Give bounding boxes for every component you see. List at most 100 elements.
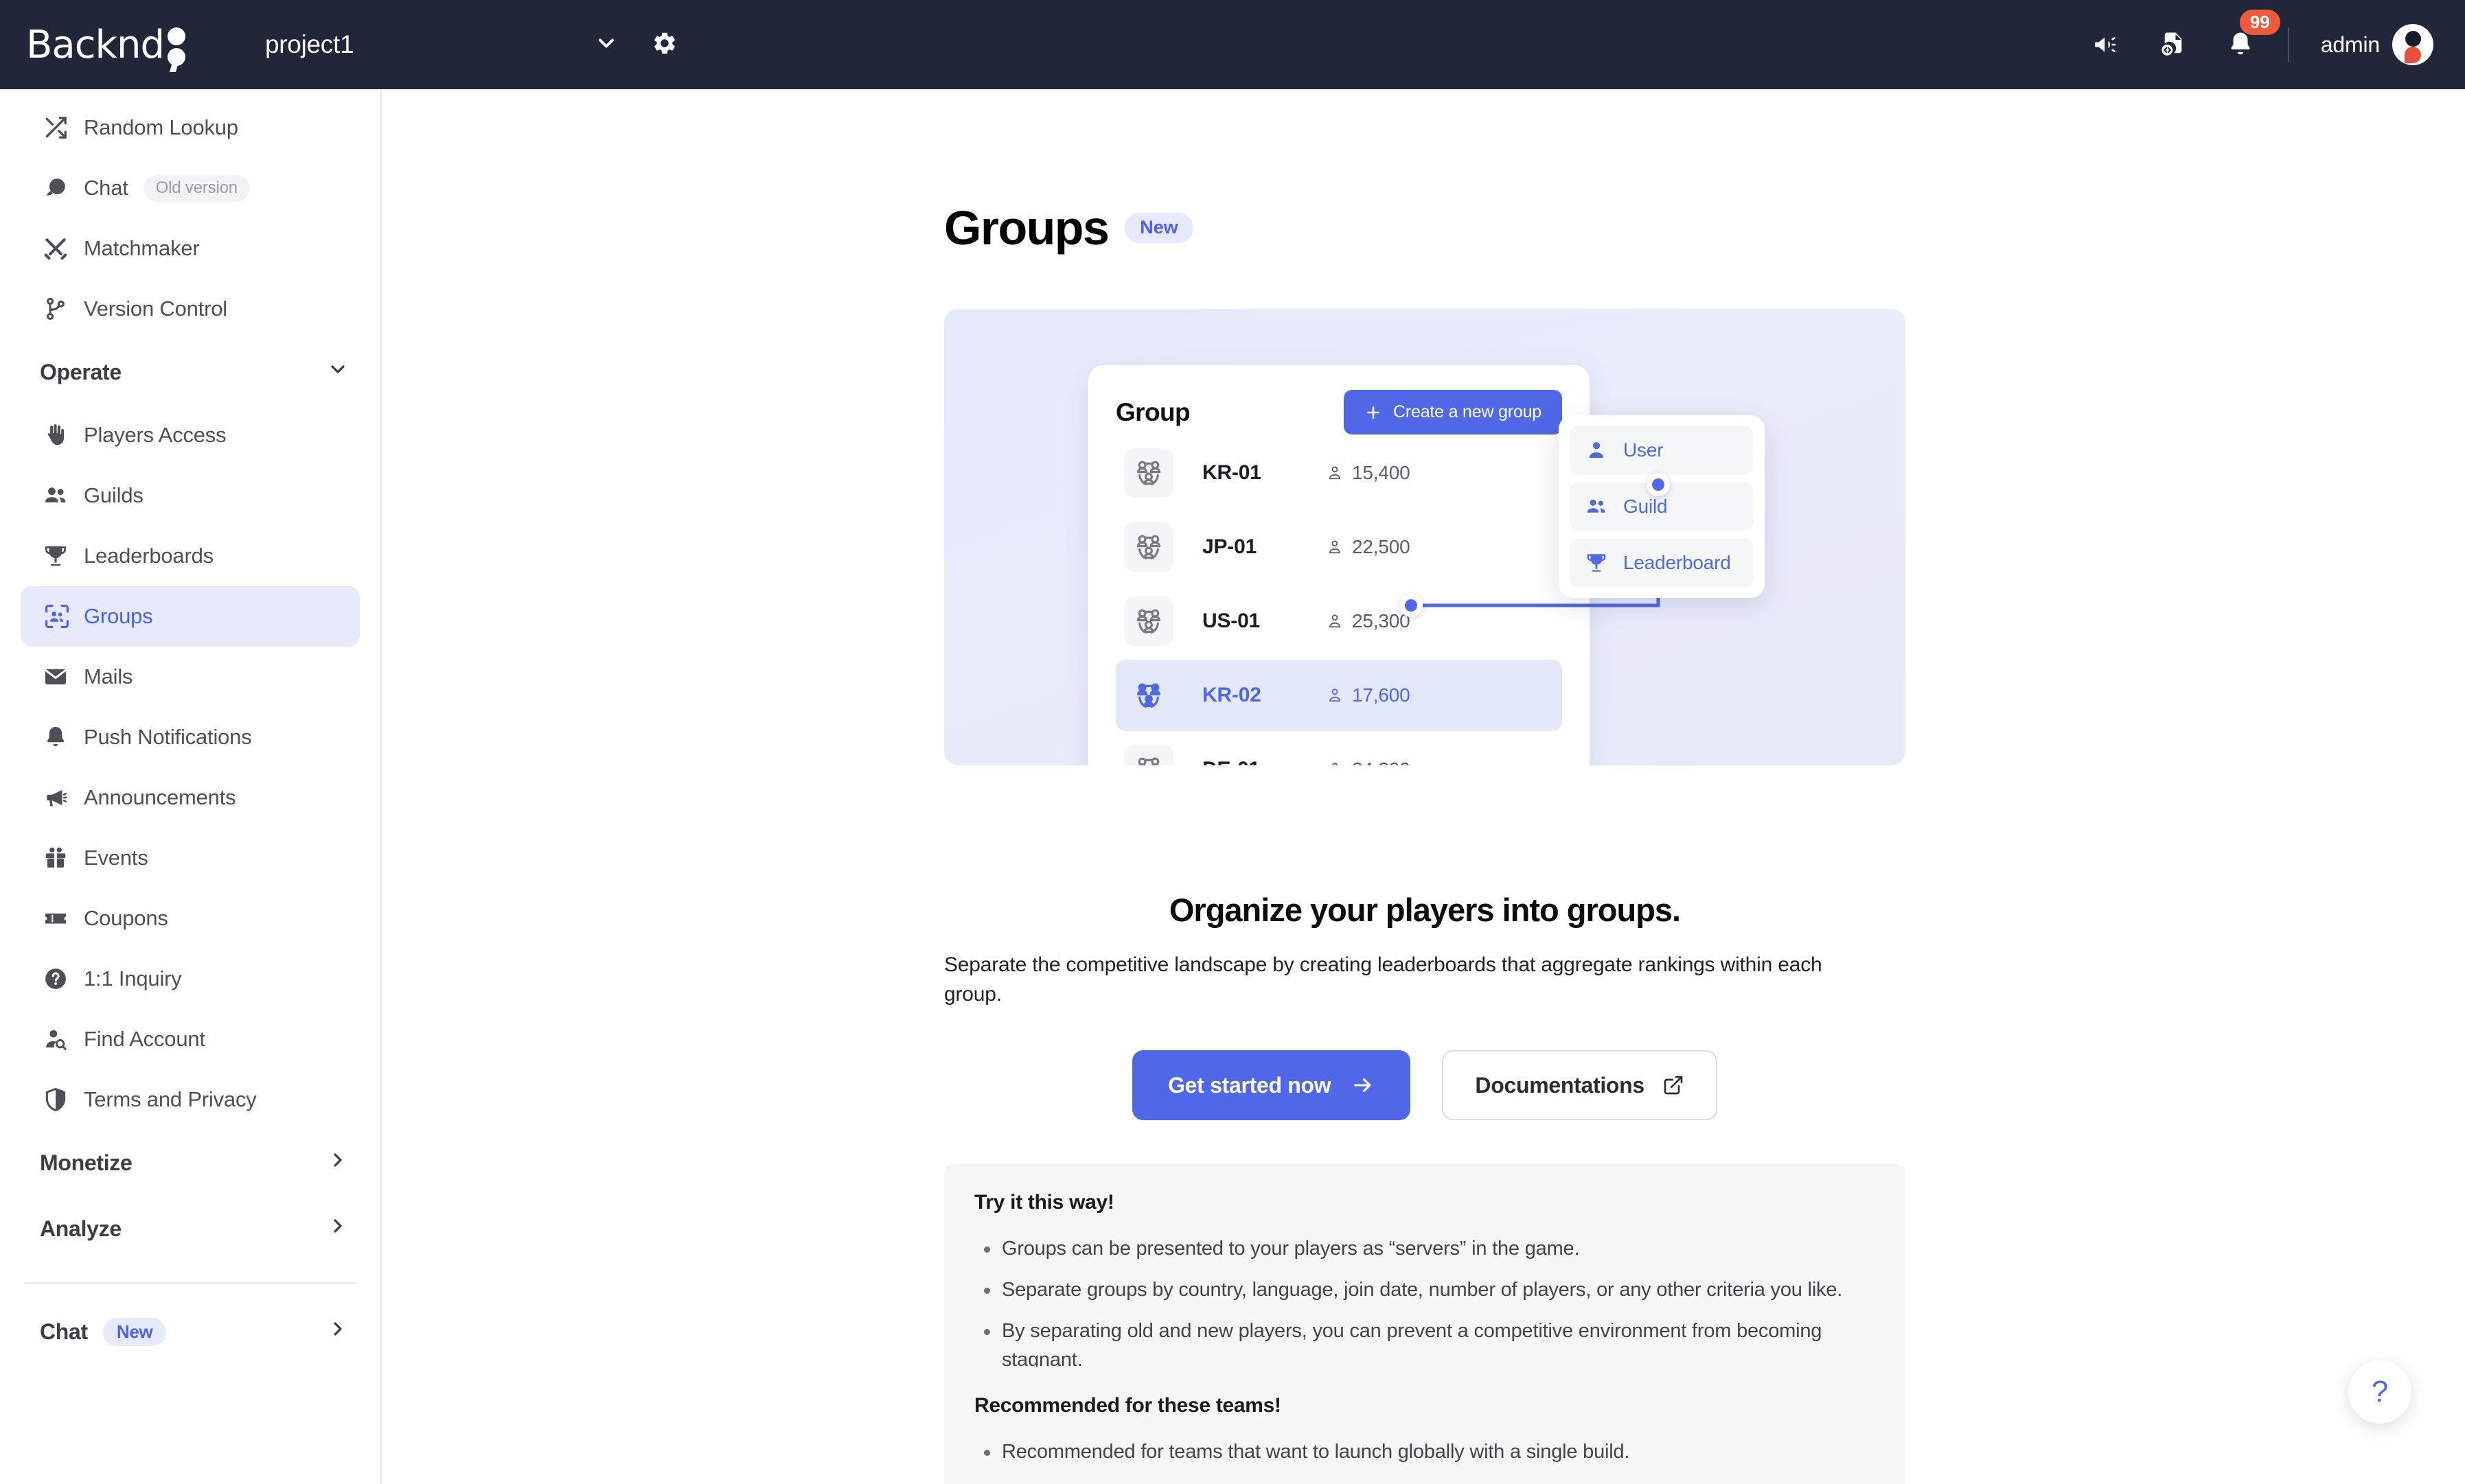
gift-icon [43,845,69,871]
brand-logo[interactable]: Backnd [26,23,188,67]
hero-subheadline: Separate the competitive landscape by cr… [944,953,1822,1006]
sidebar-item-chat-old[interactable]: Chat Old version [21,158,360,218]
create-new-group-button[interactable]: Create a new group [1344,390,1562,434]
megaphone-icon[interactable] [2091,30,2120,59]
sidebar-group-monetize[interactable]: Monetize [21,1130,360,1196]
sidebar[interactable]: Random Lookup Chat Old version Matchmake… [0,89,382,1484]
connector-dot-row [1399,594,1423,617]
main-content: Groups New Group Create a new group KR-0… [383,89,2465,1484]
sidebar-item-mails[interactable]: Mails [21,647,360,707]
sidebar-item-push-notifications[interactable]: Push Notifications [21,707,360,767]
person-search-icon [43,1026,69,1052]
top-header-bar: Backnd project1 99 admin [0,0,2465,89]
sidebar-item-find-account[interactable]: Find Account [21,1009,360,1069]
sidebar-item-announcements[interactable]: Announcements [21,767,360,828]
notifications-bell[interactable]: 99 [2226,10,2280,59]
hero-group-row[interactable]: US-01 25,300 [1116,586,1562,657]
documentations-button[interactable]: Documentations [1442,1050,1717,1120]
status-badge: New [1125,213,1193,243]
sidebar-item-label: Announcements [84,785,236,809]
question-circle-icon [43,966,69,992]
sidebar-item-leaderboards[interactable]: Leaderboards [21,526,360,586]
megaphone-icon [43,785,69,811]
hero-group-row[interactable]: DE-01 24,200 [1116,734,1562,765]
arrow-right-icon [1354,1078,1371,1093]
sidebar-item-label: Mails [84,664,133,688]
shuffle-icon [43,115,69,141]
sidebar-item-groups[interactable]: Groups [21,586,360,647]
help-button[interactable]: ? [2348,1360,2411,1424]
person-icon [1329,614,1340,628]
code-document-icon[interactable] [2159,30,2188,59]
hero-group-card: Group Create a new group KR-01 15,400 JP… [1088,365,1590,765]
hero-group-row[interactable]: KR-01 15,400 [1116,437,1562,509]
group-avatar-icon [1124,448,1173,498]
list-item: Separate groups by country, language, jo… [974,1276,1875,1304]
sidebar-item-label: Find Account [84,1027,205,1051]
chevron-right-icon [327,1149,349,1176]
sidebar-group-label: Chat [40,1319,88,1344]
list-item: By separating old and new players, you c… [974,1317,1875,1373]
bell-icon [43,724,69,750]
header-divider [2287,27,2289,62]
get-started-button[interactable]: Get started now [1132,1050,1411,1120]
user-name-label[interactable]: admin [2321,32,2380,58]
sidebar-item-label: Push Notifications [84,725,252,749]
sidebar-item-label: Players Access [84,423,227,447]
popup-item-leaderboard[interactable]: Leaderboard [1570,539,1754,587]
hand-icon [43,422,69,448]
sidebar-item-inquiry[interactable]: 1:1 Inquiry [21,949,360,1009]
sidebar-group-operate[interactable]: Operate [21,339,360,405]
sidebar-item-coupons[interactable]: Coupons [21,888,360,949]
sidebar-item-label: Guilds [84,483,144,507]
sidebar-item-matchmaker[interactable]: Matchmaker [21,218,360,279]
documentations-label: Documentations [1475,1072,1644,1098]
gear-icon[interactable] [652,30,678,60]
hero-popup-menu[interactable]: User Guild Leaderboard [1559,415,1765,598]
sidebar-item-random-lookup[interactable]: Random Lookup [21,97,360,158]
project-selector-label[interactable]: project1 [265,30,354,59]
sidebar-item-events[interactable]: Events [21,828,360,888]
group-name: US-01 [1202,610,1261,632]
sidebar-item-badge: Old version [143,174,250,202]
shield-icon [43,1087,69,1113]
sidebar-divider [25,1282,356,1284]
sidebar-group-label: Monetize [40,1150,133,1175]
git-branch-icon [43,296,69,322]
sidebar-item-terms-privacy[interactable]: Terms and Privacy [21,1069,360,1130]
cta-button-row: Get started now Documentations [944,1050,1905,1120]
group-name: KR-02 [1202,684,1261,706]
page-title-row: Groups New [944,200,1193,255]
group-member-count: 24,200 [1326,758,1410,765]
page-title: Groups [944,201,1110,255]
sidebar-group-chat-new[interactable]: Chat New [21,1299,360,1365]
avatar[interactable] [2392,24,2433,65]
popup-item-user[interactable]: User [1570,426,1754,474]
sidebar-item-players-access[interactable]: Players Access [21,405,360,465]
list-item: Recommended for teams that want to launc… [974,1438,1875,1466]
recommended-list: Recommended for teams that want to launc… [974,1438,1875,1484]
people-icon [43,483,69,509]
sidebar-item-label: Chat [84,176,128,200]
hero-card-header: Group Create a new group [1116,390,1562,434]
logo-dots-icon [168,25,188,66]
sidebar-item-label: Groups [84,604,153,628]
sidebar-item-version-control[interactable]: Version Control [21,279,360,339]
chevron-down-icon[interactable] [594,31,619,59]
sidebar-item-guilds[interactable]: Guilds [21,465,360,526]
question-mark-icon: ? [2371,1375,2389,1408]
get-started-label: Get started now [1168,1072,1331,1098]
sidebar-item-label: Events [84,846,148,870]
hero-group-row-selected[interactable]: KR-02 17,600 [1116,660,1562,731]
group-name: JP-01 [1202,535,1257,558]
header-right-actions: 99 admin [2053,10,2433,65]
chat-bubble-icon [43,175,69,201]
sidebar-item-label: Leaderboards [84,544,214,568]
group-name: DE-01 [1202,758,1326,765]
hero-group-row[interactable]: JP-01 22,500 [1116,511,1562,583]
person-icon [1329,466,1340,480]
plus-icon [1367,406,1379,419]
logo-text: Backnd [26,22,165,67]
sidebar-group-analyze[interactable]: Analyze [21,1196,360,1262]
group-name: KR-01 [1202,461,1261,484]
